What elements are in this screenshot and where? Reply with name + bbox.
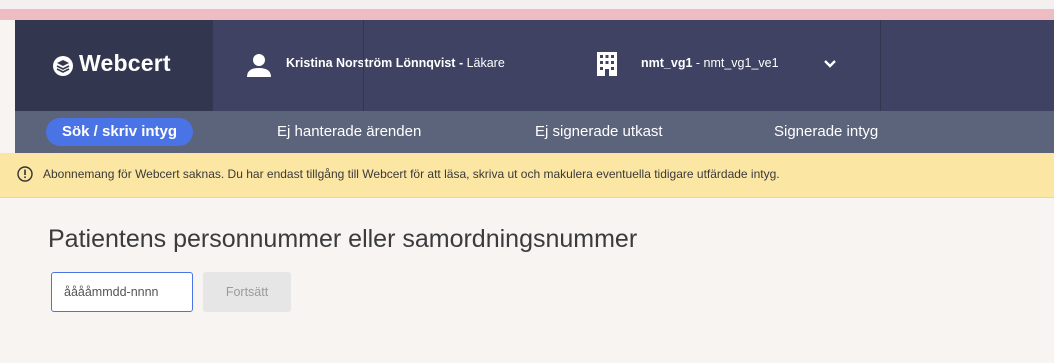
nav-signed-certificates[interactable]: Signerade intyg [774, 118, 878, 146]
continue-button[interactable]: Fortsätt [203, 272, 291, 312]
webcert-logo-icon [53, 56, 73, 76]
user-name: Kristina Norström Lönnqvist [286, 56, 456, 70]
care-unit-selector[interactable]: nmt_vg1 - nmt_vg1_ve1 [641, 56, 779, 70]
nav-unhandled-questions[interactable]: Ej hanterade ärenden [277, 118, 421, 146]
building-icon [597, 52, 617, 76]
care-unit-name: nmt_vg1_ve1 [703, 56, 779, 70]
user-role-separator: - [455, 56, 467, 70]
alert-message: Abonnemang för Webcert saknas. Du har en… [43, 167, 780, 181]
brand-logo[interactable]: Webcert [15, 20, 213, 111]
personal-number-input[interactable] [51, 272, 193, 312]
care-unit-separator: - [692, 56, 704, 70]
chevron-down-icon[interactable] [823, 59, 837, 69]
subscription-alert: Abonnemang för Webcert saknas. Du har en… [0, 153, 1054, 198]
care-giver-name: nmt_vg1 [641, 56, 693, 70]
main-nav: Sök / skriv intyg Ej hanterade ärenden E… [15, 111, 1054, 153]
header-divider [363, 20, 364, 111]
nav-unsigned-drafts[interactable]: Ej signerade utkast [535, 118, 663, 146]
user-info[interactable]: Kristina Norström Lönnqvist - Läkare [286, 56, 505, 70]
user-role: Läkare [466, 56, 505, 70]
app-header: Webcert Kristina Norström Lönnqvist - Lä… [15, 20, 1054, 111]
warning-icon [17, 166, 33, 182]
environment-banner [0, 9, 1054, 20]
app-name: Webcert [79, 50, 171, 76]
user-icon [247, 54, 271, 77]
nav-search-write-certificate[interactable]: Sök / skriv intyg [46, 118, 194, 146]
header-divider [880, 20, 881, 111]
page-title: Patientens personnummer eller samordning… [48, 225, 638, 253]
